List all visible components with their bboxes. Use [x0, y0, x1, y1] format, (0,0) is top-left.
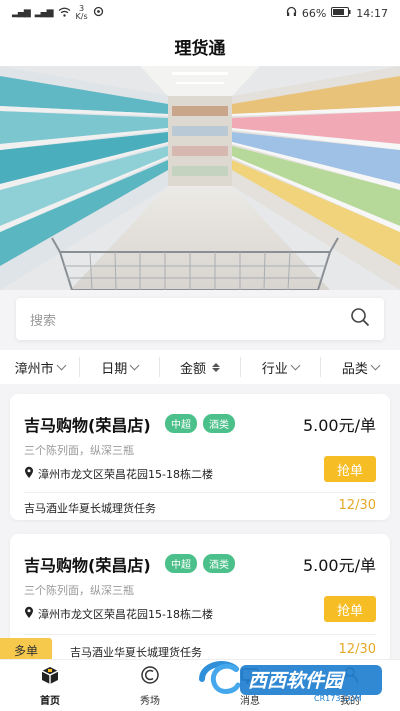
tag-group: 中超 酒类: [165, 414, 235, 433]
search-icon[interactable]: [350, 307, 370, 331]
status-right: 66% 14:17: [286, 6, 388, 20]
site-watermark: 西西软件园 CR173.COM: [196, 655, 386, 703]
nav-label: 首页: [40, 696, 60, 707]
chevron-down-icon: [129, 360, 140, 370]
grab-order-button[interactable]: 抢单: [324, 596, 376, 622]
tag-badge: 中超: [165, 554, 197, 573]
nav-home[interactable]: 首页: [0, 660, 100, 711]
search-input[interactable]: 搜索: [30, 310, 56, 329]
wifi-icon: [58, 7, 71, 20]
location-pin-icon: [24, 606, 34, 622]
task-description: 三个陈列面，纵深三瓶: [24, 444, 134, 457]
filter-label: 日期: [101, 361, 128, 377]
task-description: 三个陈列面，纵深三瓶: [24, 584, 134, 597]
sort-icon: [212, 362, 221, 372]
svg-text:CR173.COM: CR173.COM: [314, 694, 362, 703]
filter-city[interactable]: 漳州市: [0, 357, 81, 377]
search-bar[interactable]: 搜索: [16, 298, 384, 340]
task-progress: 12/30: [338, 498, 376, 513]
battery-icon: [331, 6, 351, 20]
task-name: 吉马酒业华夏长城理货任务: [24, 502, 156, 515]
signal-icon: ▂▄▆: [12, 8, 31, 18]
task-card[interactable]: 吉马购物(荣昌店) 中超 酒类 5.00元/单 三个陈列面，纵深三瓶 漳州市龙文…: [10, 394, 390, 520]
chevron-down-icon: [370, 360, 381, 370]
battery-percent: 66%: [301, 6, 327, 20]
home-box-icon: [39, 664, 61, 689]
tag-group: 中超 酒类: [165, 554, 235, 573]
status-bar: ▂▄▆ ▂▄▆ 3 K/s 66% 14:17: [0, 0, 400, 26]
filter-industry[interactable]: 行业: [241, 357, 321, 377]
chevron-down-icon: [290, 360, 301, 370]
divider: [24, 634, 376, 635]
status-left: ▂▄▆ ▂▄▆ 3 K/s: [12, 5, 104, 21]
chevron-down-icon: [56, 360, 67, 370]
nav-show[interactable]: 秀场: [100, 660, 200, 711]
net-speed-unit: K/s: [75, 12, 88, 21]
filter-label: 漳州市: [14, 361, 54, 377]
filter-date[interactable]: 日期: [80, 357, 161, 377]
task-name: 吉马酒业华夏长城理货任务: [70, 646, 202, 659]
filter-category[interactable]: 品类: [321, 357, 400, 377]
divider: [24, 492, 376, 493]
filter-bar: 漳州市 日期 金额 行业 品类: [0, 350, 400, 384]
tag-badge: 中超: [165, 414, 197, 433]
grab-order-button[interactable]: 抢单: [324, 456, 376, 482]
svg-text:西西软件园: 西西软件园: [248, 670, 346, 692]
address-text: 漳州市龙文区荣昌花园15-18栋二楼: [38, 468, 213, 481]
page-title: 理货通: [174, 38, 226, 59]
filter-label: 品类: [341, 361, 368, 377]
app-title-bar: 理货通: [0, 26, 400, 66]
headphone-icon: [286, 6, 297, 20]
hero-banner-image: [0, 66, 400, 290]
store-address: 漳州市龙文区荣昌花园15-18栋二楼: [24, 466, 213, 482]
nav-label: 秀场: [140, 696, 160, 707]
task-card[interactable]: 吉马购物(荣昌店) 中超 酒类 5.00元/单 三个陈列面，纵深三瓶 漳州市龙文…: [0, 534, 390, 664]
price: 5.00元/单: [302, 416, 376, 435]
price: 5.00元/单: [302, 556, 376, 575]
tag-badge: 酒类: [203, 554, 235, 573]
signal-icon-2: ▂▄▆: [34, 8, 54, 18]
filter-label: 行业: [261, 361, 288, 377]
store-name: 吉马购物(荣昌店): [24, 556, 151, 575]
store-address: 漳州市龙文区荣昌花园15-18栋二楼: [24, 606, 213, 622]
show-icon: [139, 664, 161, 689]
tag-badge: 酒类: [203, 414, 235, 433]
supermarket-aisle-illustration: [0, 66, 400, 290]
store-name: 吉马购物(荣昌店): [24, 416, 151, 435]
address-text: 漳州市龙文区荣昌花园15-18栋二楼: [38, 608, 213, 621]
clock: 14:17: [356, 6, 388, 20]
location-pin-icon: [24, 466, 34, 482]
filter-amount[interactable]: 金额: [160, 357, 241, 377]
watermark-logo: 西西软件园 CR173.COM: [199, 661, 382, 703]
sync-icon: [93, 6, 104, 20]
net-speed: 3 K/s: [76, 5, 88, 21]
filter-label: 金额: [180, 361, 207, 377]
